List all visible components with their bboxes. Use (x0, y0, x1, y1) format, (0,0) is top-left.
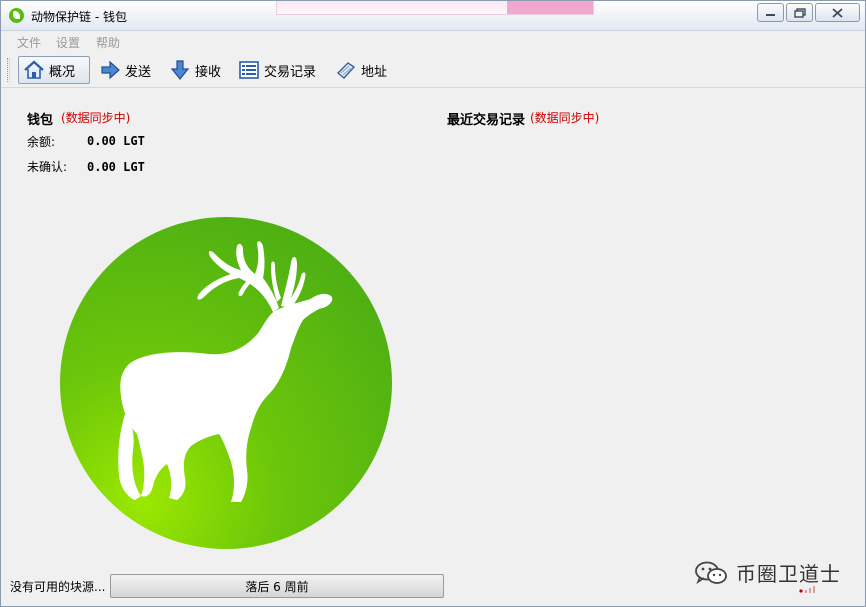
transactions-button[interactable]: 交易记录 (234, 56, 320, 84)
address-book-icon (335, 59, 357, 81)
transactions-list-icon (238, 59, 260, 81)
receive-arrow-icon (169, 59, 191, 81)
sync-progress-bar: 落后 6 周前 (110, 574, 444, 598)
menu-help[interactable]: 帮助 (96, 34, 120, 51)
block-source-status: 没有可用的块源... (10, 580, 106, 594)
wallet-window: 动物保护链 - 钱包 文件 设置 帮助 概况 发送 接收 交易记录 地址 钱包 … (0, 0, 866, 607)
balance-label: 余额: (27, 135, 56, 149)
toolbar-grip[interactable] (7, 58, 10, 82)
close-icon (832, 7, 843, 18)
menu-settings[interactable]: 设置 (56, 34, 80, 51)
wallet-title: 钱包 (27, 113, 54, 128)
address-button[interactable]: 地址 (331, 56, 391, 84)
send-button[interactable]: 发送 (95, 56, 155, 84)
watermark-text: 币圈卫道士 (736, 562, 841, 586)
overview-button[interactable]: 概况 (18, 56, 90, 84)
wallet-sync-status: (数据同步中) (61, 111, 131, 125)
address-label: 地址 (361, 64, 388, 80)
unconfirmed-value: 0.00 LGT (87, 160, 145, 174)
minimize-button[interactable] (757, 3, 784, 22)
maximize-button[interactable] (786, 3, 813, 22)
receive-label: 接收 (195, 64, 222, 80)
close-button[interactable] (815, 3, 860, 22)
overview-label: 概况 (49, 64, 76, 80)
restore-icon (793, 7, 806, 18)
send-arrow-icon (99, 59, 121, 81)
toolbar: 概况 发送 接收 交易记录 地址 (1, 52, 865, 88)
watermark: 币圈卫道士 (694, 558, 841, 587)
window-title: 动物保护链 - 钱包 (31, 10, 127, 24)
title-bar: 动物保护链 - 钱包 (1, 1, 865, 31)
elk-logo (60, 217, 392, 549)
balance-value: 0.00 LGT (87, 134, 145, 148)
send-label: 发送 (125, 64, 152, 80)
signal-icon (799, 586, 815, 593)
wechat-icon (695, 561, 727, 584)
home-icon (23, 59, 45, 81)
sync-progress-text: 落后 6 周前 (245, 579, 309, 594)
transactions-label: 交易记录 (264, 64, 317, 80)
receive-button[interactable]: 接收 (165, 56, 225, 84)
title-bar-decoration (276, 1, 594, 15)
recent-transactions-title: 最近交易记录 (447, 113, 526, 128)
unconfirmed-label: 未确认: (27, 160, 68, 174)
menu-file[interactable]: 文件 (17, 34, 41, 51)
recent-sync-status: (数据同步中) (530, 111, 600, 125)
app-logo-icon (9, 8, 24, 23)
menu-bar: 文件 设置 帮助 (1, 31, 865, 52)
minimize-icon (766, 14, 775, 16)
